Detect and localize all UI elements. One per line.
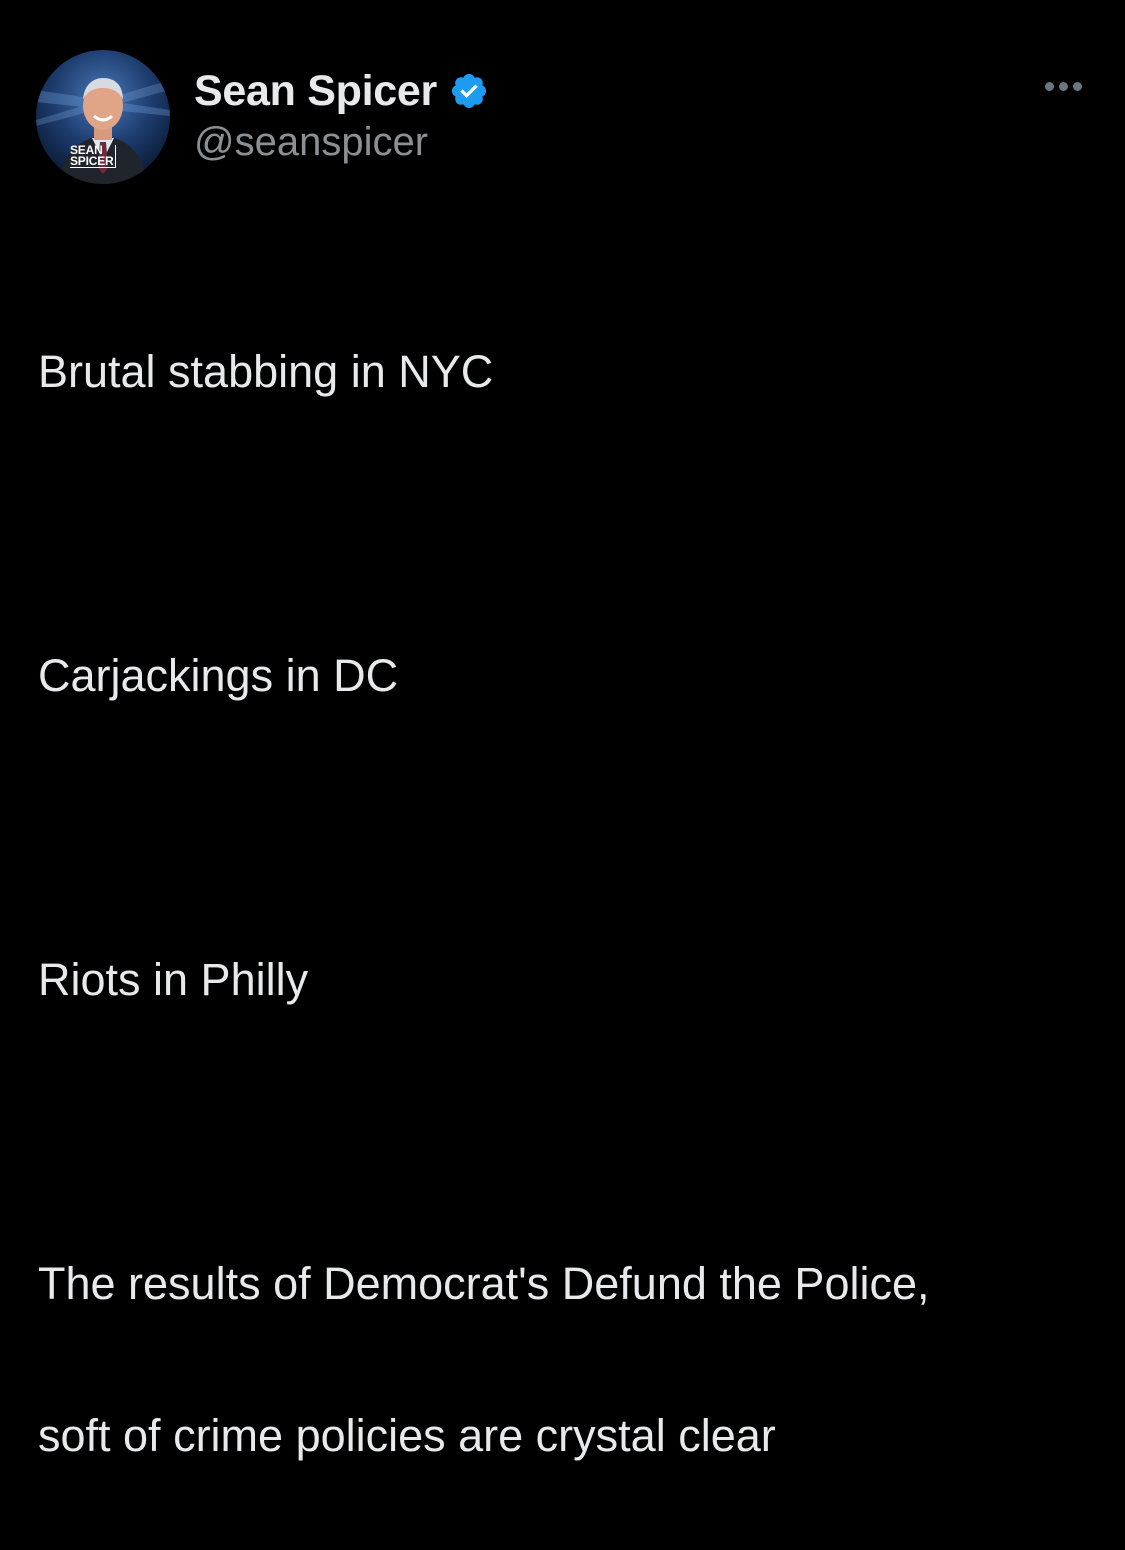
author-names: Sean Spicer @seanspicer	[194, 66, 489, 165]
more-horizontal-icon	[1045, 82, 1054, 91]
avatar-logo: SEAN SPICER	[70, 144, 117, 168]
tweet-header: SEAN SPICER Sean Spicer @seanspicer	[36, 50, 1096, 185]
tweet-text-line: The results of Democrat's Defund the Pol…	[38, 1258, 930, 1309]
display-name[interactable]: Sean Spicer	[194, 67, 437, 116]
display-name-row: Sean Spicer	[194, 66, 489, 116]
more-horizontal-icon	[1073, 82, 1082, 91]
verified-badge-icon	[451, 73, 486, 109]
tweet-text: Brutal stabbing in NYC Carjackings in DC…	[38, 258, 1098, 1550]
author-handle[interactable]: @seanspicer	[194, 120, 489, 165]
tweet-text-line: Carjackings in DC	[38, 650, 399, 701]
more-options-button[interactable]	[1045, 82, 1082, 91]
avatar[interactable]: SEAN SPICER	[36, 50, 170, 184]
tweet-text-line: Brutal stabbing in NYC	[38, 346, 494, 397]
tweet: SEAN SPICER Sean Spicer @seanspicer Brut…	[0, 0, 1125, 1461]
tweet-text-line: Riots in Philly	[38, 954, 309, 1005]
more-horizontal-icon	[1059, 82, 1068, 91]
tweet-text-line: soft of crime policies are crystal clear	[38, 1410, 776, 1461]
